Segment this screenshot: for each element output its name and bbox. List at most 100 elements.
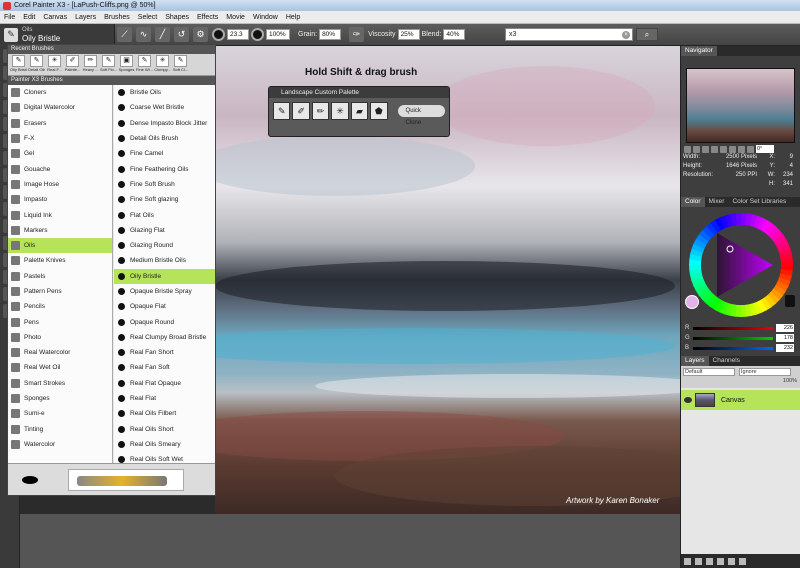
tab-color-set-libraries[interactable]: Color Set Libraries (728, 197, 790, 207)
reset-brush-icon[interactable]: ↺ (174, 27, 189, 42)
menu-select[interactable]: Select (138, 14, 157, 21)
category-item[interactable]: Pastels (8, 269, 112, 284)
variant-item[interactable]: Real Fan Soft (114, 360, 215, 375)
variant-item[interactable]: Oily Bristle (114, 268, 215, 284)
menu-shapes[interactable]: Shapes (165, 14, 189, 21)
rotate-icon[interactable] (729, 145, 736, 153)
recent-brush-item[interactable]: ✎Oily Bristle (10, 54, 27, 75)
category-item[interactable]: Real Watercolor (8, 345, 112, 360)
category-item[interactable]: Pens (8, 314, 112, 329)
recent-brush-item[interactable]: ✳ Clumpy... (154, 54, 171, 75)
menu-layers[interactable]: Layers (75, 14, 96, 21)
green-value[interactable]: 178 (776, 334, 794, 342)
recent-brush-item[interactable]: ✎ Detail Oils (28, 54, 45, 75)
category-item[interactable]: Pattern Pens (8, 284, 112, 299)
color-wheel[interactable] (685, 211, 797, 321)
variant-item[interactable]: Real Clumpy Broad Bristle (114, 330, 215, 345)
recent-brush-item[interactable]: ✎ Fine Wi... (136, 54, 153, 75)
palette-brush-2-icon[interactable]: ✐ (292, 102, 310, 120)
eyedropper-icon[interactable] (785, 295, 795, 307)
variant-item[interactable]: Real Fan Short (114, 345, 215, 360)
brush-tracking-icon[interactable]: ⚙ (193, 27, 208, 42)
variant-item[interactable]: Opaque Round (114, 314, 215, 329)
menu-window[interactable]: Window (253, 14, 278, 21)
navigator-thumbnail[interactable] (686, 68, 795, 143)
category-item[interactable]: Pencils (8, 299, 112, 314)
blend-field[interactable]: 40% (443, 29, 466, 40)
hue-ring[interactable] (685, 211, 797, 321)
palette-brush-5-icon[interactable]: ▰ (350, 102, 369, 120)
palette-brush-3-icon[interactable]: ✏ (311, 102, 330, 120)
grid-icon[interactable] (693, 145, 700, 153)
palette-brush-6-icon[interactable]: ⬟ (370, 102, 388, 120)
dropper-icon[interactable]: ✑ (349, 27, 365, 42)
eye-icon[interactable] (684, 397, 692, 403)
variant-item[interactable]: Detail Oils Brush (114, 131, 215, 146)
tab-layers[interactable]: Layers (681, 356, 709, 366)
category-item[interactable]: Tinting (8, 422, 112, 437)
variant-item[interactable]: Bristle Oils (114, 85, 215, 100)
dynamic-plugins-icon[interactable] (695, 557, 702, 565)
brush-selector[interactable]: ✎ Oils Oily Bristle (0, 23, 115, 46)
category-item[interactable]: Impasto (8, 192, 112, 207)
variant-item[interactable]: Fine Soft glazing (114, 192, 215, 207)
clear-search-icon[interactable]: × (622, 31, 630, 39)
grain-field[interactable]: 80% (319, 29, 342, 40)
zoom-out-icon[interactable] (702, 145, 709, 153)
red-slider[interactable] (693, 326, 773, 330)
new-group-icon[interactable] (706, 557, 713, 565)
recent-brush-item[interactable]: ✐ Palette... (64, 54, 81, 75)
green-slider[interactable] (693, 336, 773, 340)
tab-navigator[interactable]: Navigator (681, 46, 717, 56)
variant-item[interactable]: Glazing Flat (114, 223, 215, 238)
opacity-field[interactable]: 100% (266, 29, 290, 40)
variant-item[interactable]: Real Oils Smeary (114, 437, 215, 452)
recent-brush-item[interactable]: ✎ Soft Flo... (100, 54, 117, 75)
fit-icon[interactable] (720, 145, 727, 153)
flip-icon[interactable] (738, 145, 745, 153)
composite-method-select[interactable]: Default (683, 368, 735, 376)
category-item[interactable]: Sponges (8, 391, 112, 406)
recent-brush-item[interactable]: ▣ Sponges (118, 54, 135, 75)
red-value[interactable]: 226 (776, 324, 794, 332)
variant-item[interactable]: Medium Bristle Oils (114, 253, 215, 268)
quick-clone-button[interactable]: Quick Clone (397, 105, 446, 126)
layer-commands-icon[interactable] (684, 557, 691, 565)
variant-item[interactable]: Coarse Wet Bristle (114, 100, 215, 115)
variant-item[interactable]: Flat Oils (114, 207, 215, 222)
recent-brush-item[interactable]: ✎ Soft Cl... (172, 54, 189, 75)
category-item[interactable]: Real Wet Oil (8, 360, 112, 375)
category-item[interactable]: Markers (8, 223, 112, 238)
menu-edit[interactable]: Edit (23, 14, 35, 21)
variant-item[interactable]: Fine Soft Brush (114, 177, 215, 192)
layer-opacity[interactable]: 100% (683, 378, 799, 384)
category-item[interactable]: Watercolor (8, 437, 112, 452)
new-layer-icon[interactable] (717, 557, 724, 565)
category-item[interactable]: Digital Watercolor (8, 100, 112, 115)
viscosity-field[interactable]: 25% (397, 29, 420, 40)
menu-file[interactable]: File (4, 14, 15, 21)
palette-brush-4-icon[interactable]: ✳ (331, 102, 349, 120)
settings-icon[interactable] (684, 145, 691, 153)
delete-layer-icon[interactable] (739, 557, 746, 565)
ignore-select[interactable]: Ignore (739, 368, 791, 376)
variant-item[interactable]: Glazing Round (114, 238, 215, 253)
tab-color[interactable]: Color (681, 197, 705, 207)
variant-item[interactable]: Opaque Bristle Spray (114, 284, 215, 299)
create-mask-icon[interactable] (728, 557, 735, 565)
category-item[interactable]: Cloners (8, 85, 112, 100)
variant-item[interactable]: Real Flat (114, 391, 215, 406)
category-item[interactable]: Gel (8, 146, 112, 161)
category-item[interactable]: Erasers (8, 116, 112, 131)
straight-line-icon[interactable]: ╱ (155, 27, 170, 42)
variant-item[interactable]: Real Oils Soft Wet (114, 452, 215, 463)
recent-brush-item[interactable]: ✏ Heavy ... (82, 54, 99, 75)
search-input[interactable]: x3 × (505, 28, 633, 41)
category-item[interactable]: Oils (8, 237, 112, 254)
reset-icon[interactable] (747, 145, 754, 153)
variant-item[interactable]: Real Oils Filbert (114, 406, 215, 421)
category-item[interactable]: Image Hose (8, 177, 112, 192)
menu-brushes[interactable]: Brushes (104, 14, 130, 21)
blue-slider[interactable] (693, 346, 773, 350)
palette-brush-1-icon[interactable]: ✎ (273, 102, 291, 120)
